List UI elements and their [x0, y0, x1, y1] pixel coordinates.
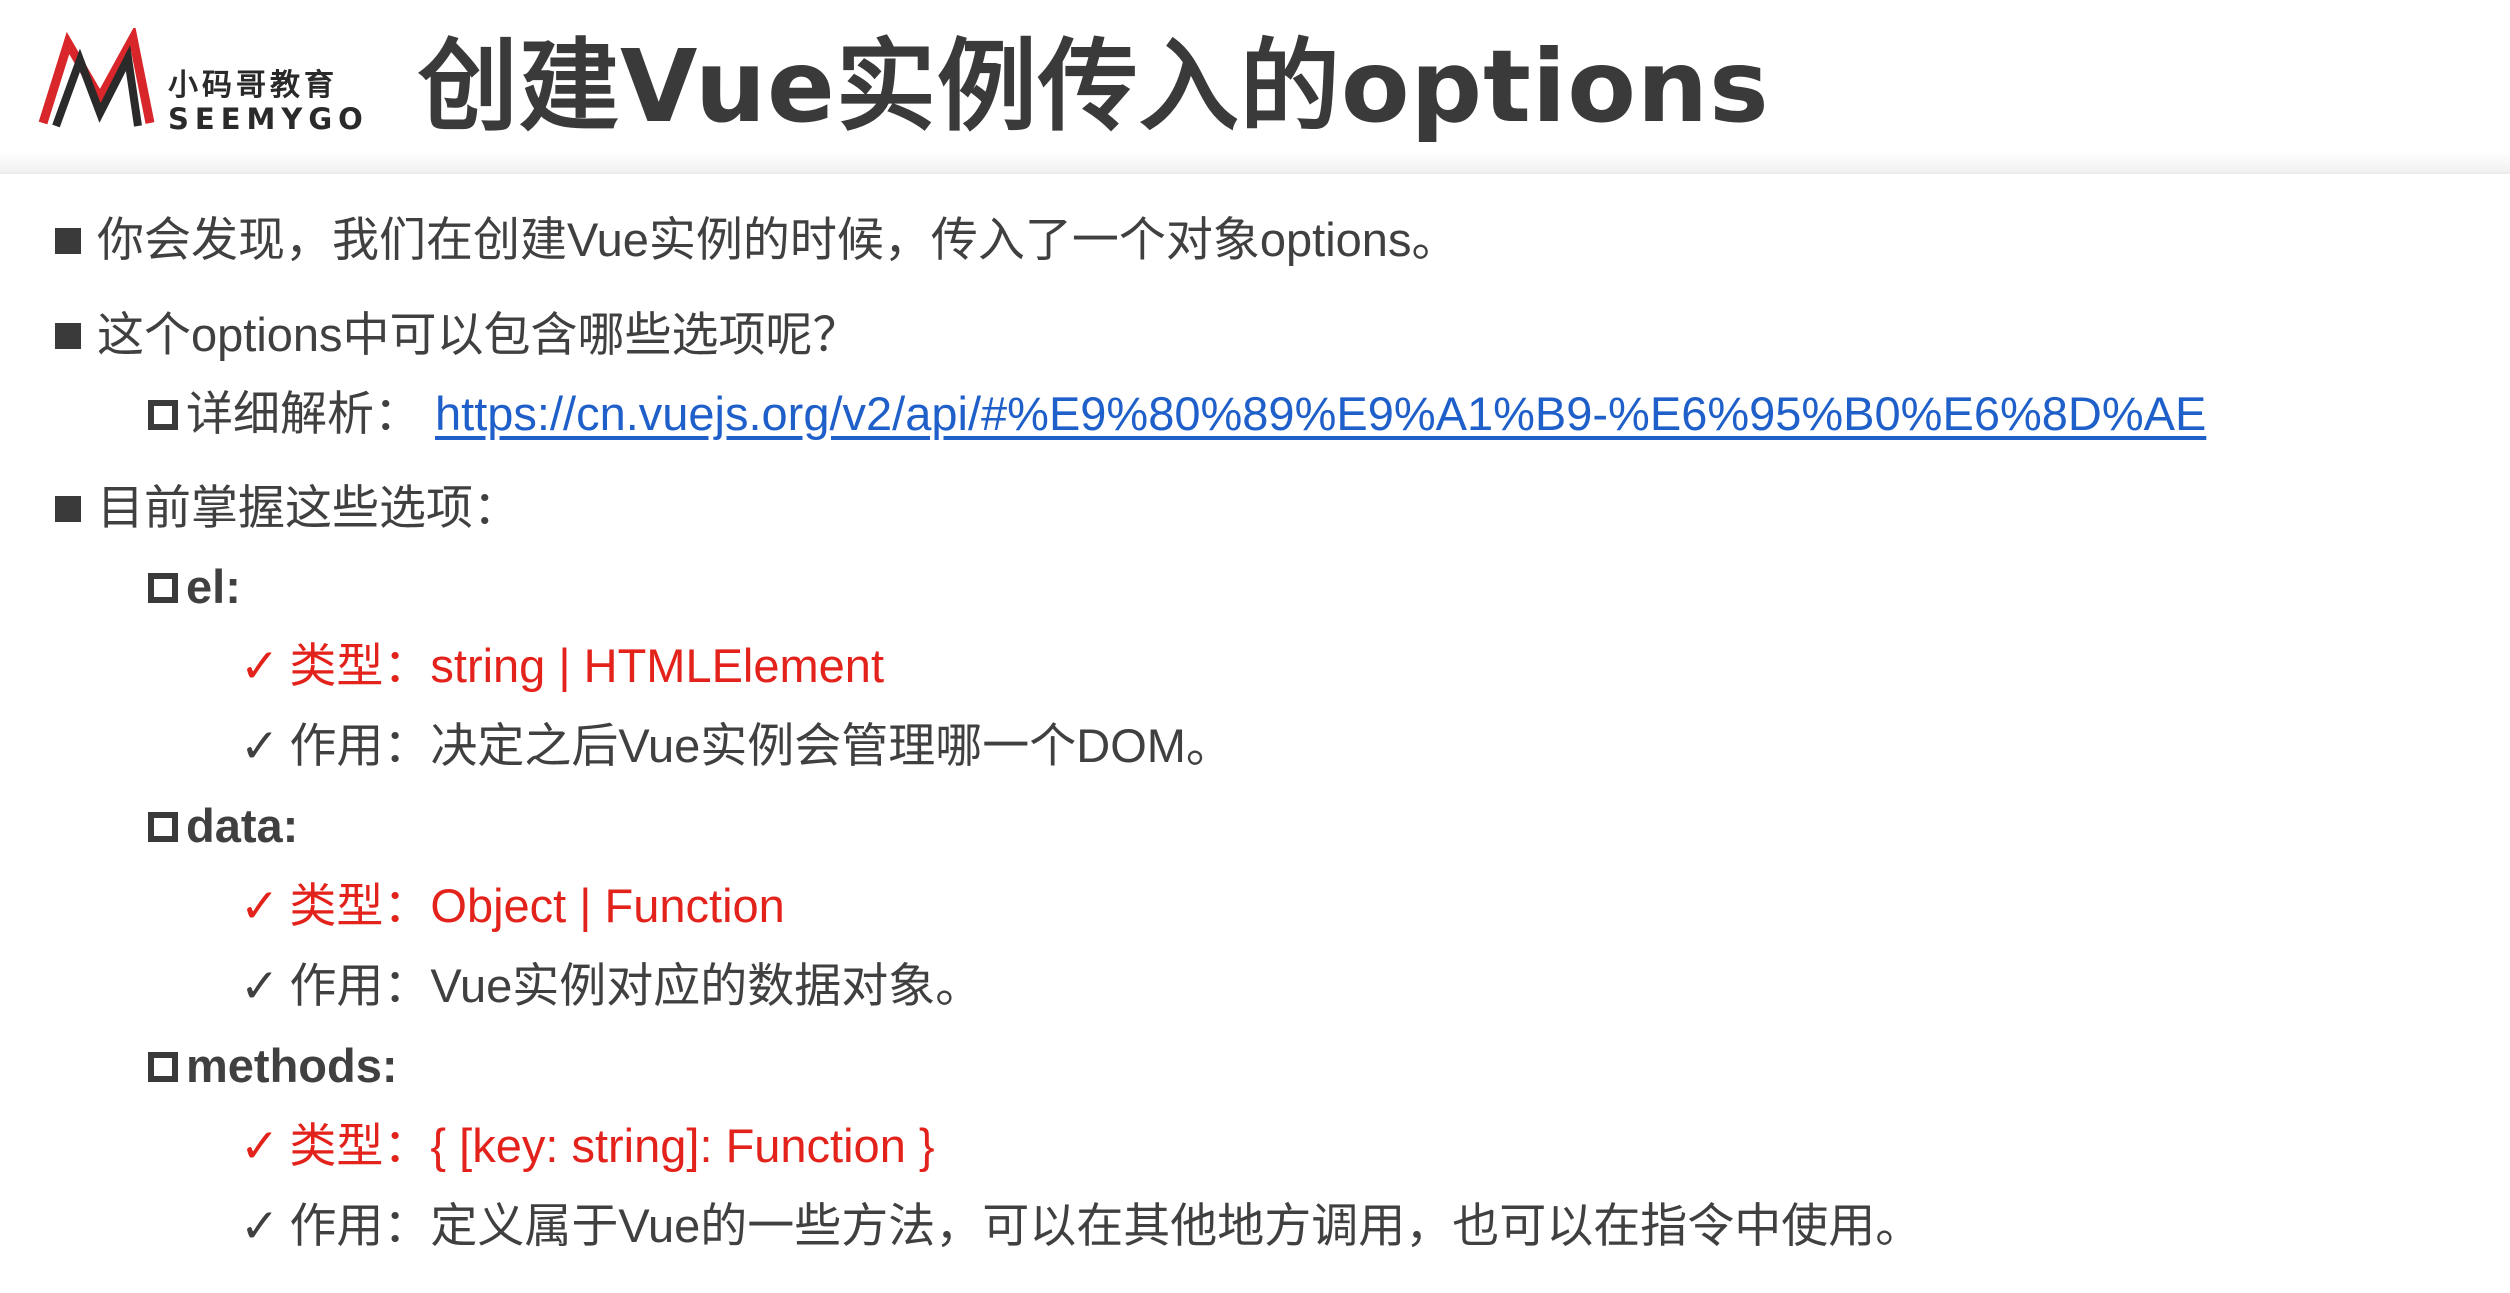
option-methods-usage: ✓ 作用：定义属于Vue的一些方法，可以在其他地方调用，也可以在指令中使用。: [240, 1196, 1922, 1256]
option-type-text: 类型：string | HTMLElement: [289, 639, 885, 692]
vue-api-docs-link[interactable]: https://cn.vuejs.org/v2/api/#%E9%80%89%E…: [435, 387, 2206, 440]
bullet-current-options: 目前掌握这些选项：: [55, 478, 520, 538]
bullet-text: 你会发现，我们在创建Vue实例的时候，传入了一个对象options。: [97, 213, 1459, 266]
option-methods-type: ✓ 类型：{ [key: string]: Function }: [240, 1116, 935, 1176]
seemygo-m-icon: [38, 28, 155, 128]
option-el-heading: el:: [148, 557, 241, 617]
filled-square-bullet-icon: [55, 228, 81, 254]
filled-square-bullet-icon: [55, 323, 81, 349]
option-type-text: 类型：Object | Function: [289, 879, 785, 932]
bullet-options-contents: 这个options中可以包含哪些选项呢？: [55, 305, 860, 365]
option-type-text: 类型：{ [key: string]: Function }: [289, 1119, 935, 1172]
hollow-square-bullet-icon: [148, 1052, 178, 1082]
option-data-heading: data:: [148, 796, 298, 856]
hollow-square-bullet-icon: [148, 400, 178, 430]
check-icon: ✓: [240, 719, 280, 772]
check-icon: ✓: [240, 1119, 280, 1172]
detail-label: 详细解析：: [186, 387, 421, 440]
option-name: methods:: [186, 1039, 398, 1092]
option-el-type: ✓ 类型：string | HTMLElement: [240, 636, 884, 696]
bullet-discover-options: 你会发现，我们在创建Vue实例的时候，传入了一个对象options。: [55, 210, 1458, 270]
option-usage-text: 作用：决定之后Vue实例会管理哪一个DOM。: [289, 719, 1233, 772]
logo-chinese-text: 小码哥教育: [168, 68, 338, 103]
option-usage-text: 作用：Vue实例对应的数据对象。: [289, 959, 983, 1012]
bullet-text: 目前掌握这些选项：: [97, 481, 520, 534]
option-name: el:: [186, 560, 241, 613]
option-methods-heading: methods:: [148, 1036, 398, 1096]
option-usage-text: 作用：定义属于Vue的一些方法，可以在其他地方调用，也可以在指令中使用。: [289, 1199, 1923, 1252]
check-icon: ✓: [240, 639, 280, 692]
check-icon: ✓: [240, 1199, 280, 1252]
filled-square-bullet-icon: [55, 496, 81, 522]
option-data-type: ✓ 类型：Object | Function: [240, 876, 785, 936]
check-icon: ✓: [240, 879, 280, 932]
hollow-square-bullet-icon: [148, 812, 178, 842]
option-name: data:: [186, 799, 299, 852]
hollow-square-bullet-icon: [148, 573, 178, 603]
option-el-usage: ✓ 作用：决定之后Vue实例会管理哪一个DOM。: [240, 716, 1233, 776]
check-icon: ✓: [240, 959, 280, 1012]
logo-english-text: SEEMYGO: [168, 102, 369, 136]
option-data-usage: ✓ 作用：Vue实例对应的数据对象。: [240, 956, 982, 1016]
bullet-text: 这个options中可以包含哪些选项呢？: [97, 308, 860, 361]
seemygo-logo: 小码哥教育 SEEMYGO: [38, 22, 378, 137]
sub-bullet-detail: 详细解析： https://cn.vuejs.org/v2/api/#%E9%80…: [148, 384, 2206, 444]
slide-header: 小码哥教育 SEEMYGO 创建Vue实例传入的options: [0, 0, 2510, 174]
slide-title: 创建Vue实例传入的options: [418, 28, 1770, 145]
